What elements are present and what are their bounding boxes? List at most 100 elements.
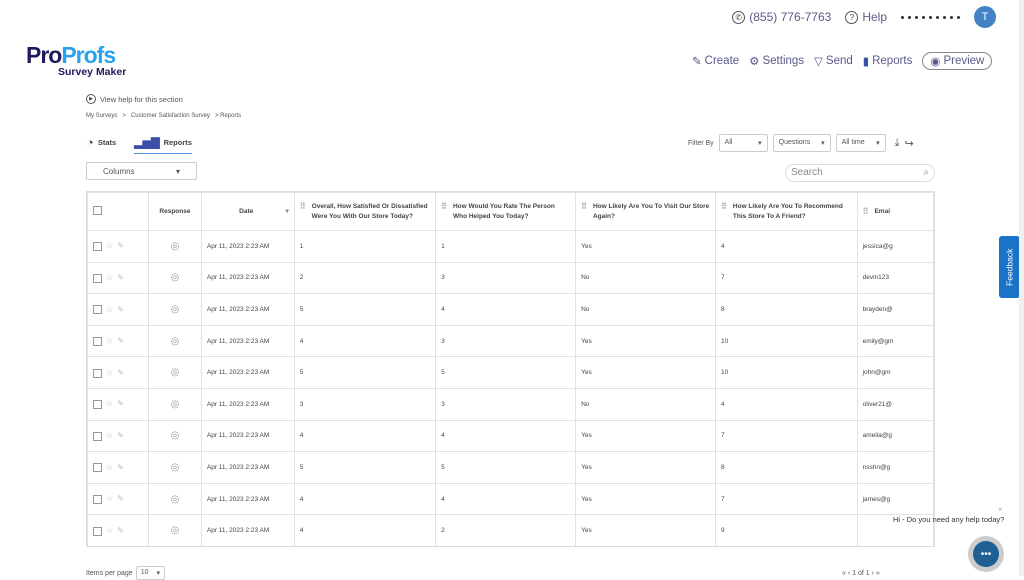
star-icon[interactable]: ☆	[106, 368, 113, 377]
edit-icon[interactable]: ✎	[117, 494, 124, 503]
star-icon[interactable]: ☆	[106, 336, 113, 345]
view-response[interactable]: ◎	[148, 387, 202, 421]
items-per-page-select[interactable]: 10 ▾	[135, 566, 166, 580]
eye-icon[interactable]: ◎	[171, 272, 180, 283]
caret-down-icon: ▾	[821, 140, 825, 147]
view-response[interactable]: ◎	[148, 261, 202, 295]
sort-desc-icon[interactable]: ▾	[286, 207, 289, 217]
star-icon[interactable]: ☆	[106, 526, 113, 535]
row-checkbox[interactable]	[93, 368, 102, 378]
preview-button[interactable]: ◉ Preview	[922, 52, 993, 70]
nav-settings[interactable]: ⚙ Settings	[749, 54, 804, 68]
nav-reports[interactable]: ▮ Reports	[863, 54, 913, 68]
eye-icon: ◉	[930, 56, 941, 68]
star-icon[interactable]: ☆	[106, 241, 113, 250]
star-icon[interactable]: ☆	[106, 399, 113, 408]
star-icon[interactable]: ☆	[106, 431, 113, 440]
help-link[interactable]: ? Help	[845, 10, 887, 24]
header-q3[interactable]: ⠿ How Likely Are You To Visit Our Store A…	[575, 192, 717, 231]
drag-handle-icon[interactable]: ⠿	[441, 202, 447, 222]
row-checkbox[interactable]	[93, 400, 102, 410]
view-response[interactable]: ◎	[148, 324, 202, 358]
edit-icon[interactable]: ✎	[117, 431, 124, 440]
star-icon[interactable]: ☆	[106, 273, 113, 282]
eye-icon[interactable]: ◎	[171, 399, 180, 410]
eye-icon[interactable]: ◎	[171, 430, 180, 441]
eye-icon[interactable]: ◎	[171, 241, 180, 252]
drag-handle-icon[interactable]: ⠿	[721, 202, 727, 222]
columns-dropdown[interactable]: Columns ▾	[86, 162, 197, 180]
nav-send[interactable]: ▽ Send	[814, 54, 853, 68]
q1-cell: 5	[293, 451, 437, 484]
breadcrumb-survey[interactable]: Customer Satisfaction Survey	[131, 113, 210, 119]
download-icon[interactable]: ⤓	[895, 137, 900, 150]
q1-cell: 5	[293, 356, 437, 389]
view-help-link[interactable]: ▶ View help for this section	[86, 94, 183, 104]
eye-icon[interactable]: ◎	[171, 462, 180, 473]
drag-handle-icon[interactable]: ⠿	[863, 207, 869, 217]
q2-cell: 3	[435, 324, 577, 358]
edit-icon[interactable]: ✎	[117, 463, 124, 472]
view-response[interactable]: ◎	[148, 451, 202, 484]
row-checkbox[interactable]	[93, 431, 102, 441]
row-checkbox[interactable]	[93, 305, 102, 315]
view-response[interactable]: ◎	[148, 293, 202, 326]
feedback-tab[interactable]: Feedback	[999, 236, 1020, 298]
view-response[interactable]: ◎	[148, 356, 202, 389]
apps-grid-icon[interactable]	[901, 15, 960, 19]
edit-icon[interactable]: ✎	[117, 241, 124, 250]
table-row: ☆ ✎ ◎ Apr 11, 2023 2:23 AM 2 3 No 7 devin123	[87, 261, 934, 295]
edit-icon[interactable]: ✎	[117, 526, 124, 535]
nav-create[interactable]: ✎ Create	[692, 54, 739, 68]
edit-icon[interactable]: ✎	[117, 305, 124, 314]
eye-icon[interactable]: ◎	[171, 336, 180, 347]
breadcrumb-my-surveys[interactable]: My Surveys	[86, 113, 117, 119]
chat-button[interactable]: •••	[968, 536, 1004, 572]
page-scrollbar[interactable]	[1019, 0, 1024, 576]
filter-time-select[interactable]: All time ▾	[835, 134, 886, 152]
edit-icon[interactable]: ✎	[117, 336, 124, 345]
drag-handle-icon[interactable]: ⠿	[300, 202, 306, 222]
tab-reports[interactable]: ▂▅▇ Reports	[134, 135, 192, 154]
header-q1[interactable]: ⠿ Overall, How Satisfied Or Dissatisfied …	[293, 192, 437, 231]
phone-link[interactable]: ✆ (855) 776-7763	[732, 10, 831, 24]
header-email[interactable]: ⠿ Emai	[856, 192, 934, 231]
select-all-checkbox[interactable]	[93, 206, 102, 216]
star-icon[interactable]: ☆	[106, 463, 113, 472]
edit-icon[interactable]: ✎	[117, 273, 124, 282]
eye-icon[interactable]: ◎	[171, 525, 180, 536]
q3-cell: Yes	[575, 419, 717, 453]
search-input[interactable]: Search ⌕	[785, 164, 935, 182]
star-icon[interactable]: ☆	[106, 305, 113, 314]
row-checkbox[interactable]	[93, 242, 102, 252]
chat-close-icon[interactable]: ×	[998, 505, 1003, 514]
view-response[interactable]: ◎	[148, 230, 202, 263]
share-icon[interactable]: ↪	[905, 137, 914, 150]
row-checkbox[interactable]	[93, 336, 102, 346]
eye-icon[interactable]: ◎	[171, 367, 180, 378]
eye-icon[interactable]: ◎	[171, 494, 180, 505]
view-response[interactable]: ◎	[148, 482, 202, 516]
row-checkbox[interactable]	[93, 463, 102, 473]
header-q2[interactable]: ⠿ How Would You Rate The Person Who Helpe…	[435, 192, 577, 231]
row-checkbox[interactable]	[93, 526, 102, 536]
q4-cell: 4	[715, 230, 858, 263]
row-checkbox[interactable]	[93, 273, 102, 283]
view-response[interactable]: ◎	[148, 419, 202, 453]
star-icon[interactable]: ☆	[106, 494, 113, 503]
header-q4[interactable]: ⠿ How Likely Are You To Recommend This St…	[715, 192, 858, 231]
edit-icon[interactable]: ✎	[117, 368, 124, 377]
header-date[interactable]: Date ▾	[200, 192, 295, 231]
drag-handle-icon[interactable]: ⠿	[581, 202, 587, 222]
edit-icon[interactable]: ✎	[117, 399, 124, 408]
header-response[interactable]: Response	[148, 192, 202, 231]
filter-all-select[interactable]: All ▾	[718, 134, 768, 152]
view-response[interactable]: ◎	[148, 514, 202, 546]
proprofs-logo[interactable]: ProProfs Survey Maker	[26, 44, 126, 79]
filter-questions-select[interactable]: Questions ▾	[772, 134, 831, 152]
avatar[interactable]: T	[974, 6, 996, 28]
eye-icon[interactable]: ◎	[171, 304, 180, 315]
table-row: ☆ ✎ ◎ Apr 11, 2023 2:23 AM 5 5 Yes 8 nsshn@g	[87, 451, 934, 484]
tab-stats[interactable]: ◔ Stats	[86, 135, 116, 154]
row-checkbox[interactable]	[93, 494, 102, 504]
